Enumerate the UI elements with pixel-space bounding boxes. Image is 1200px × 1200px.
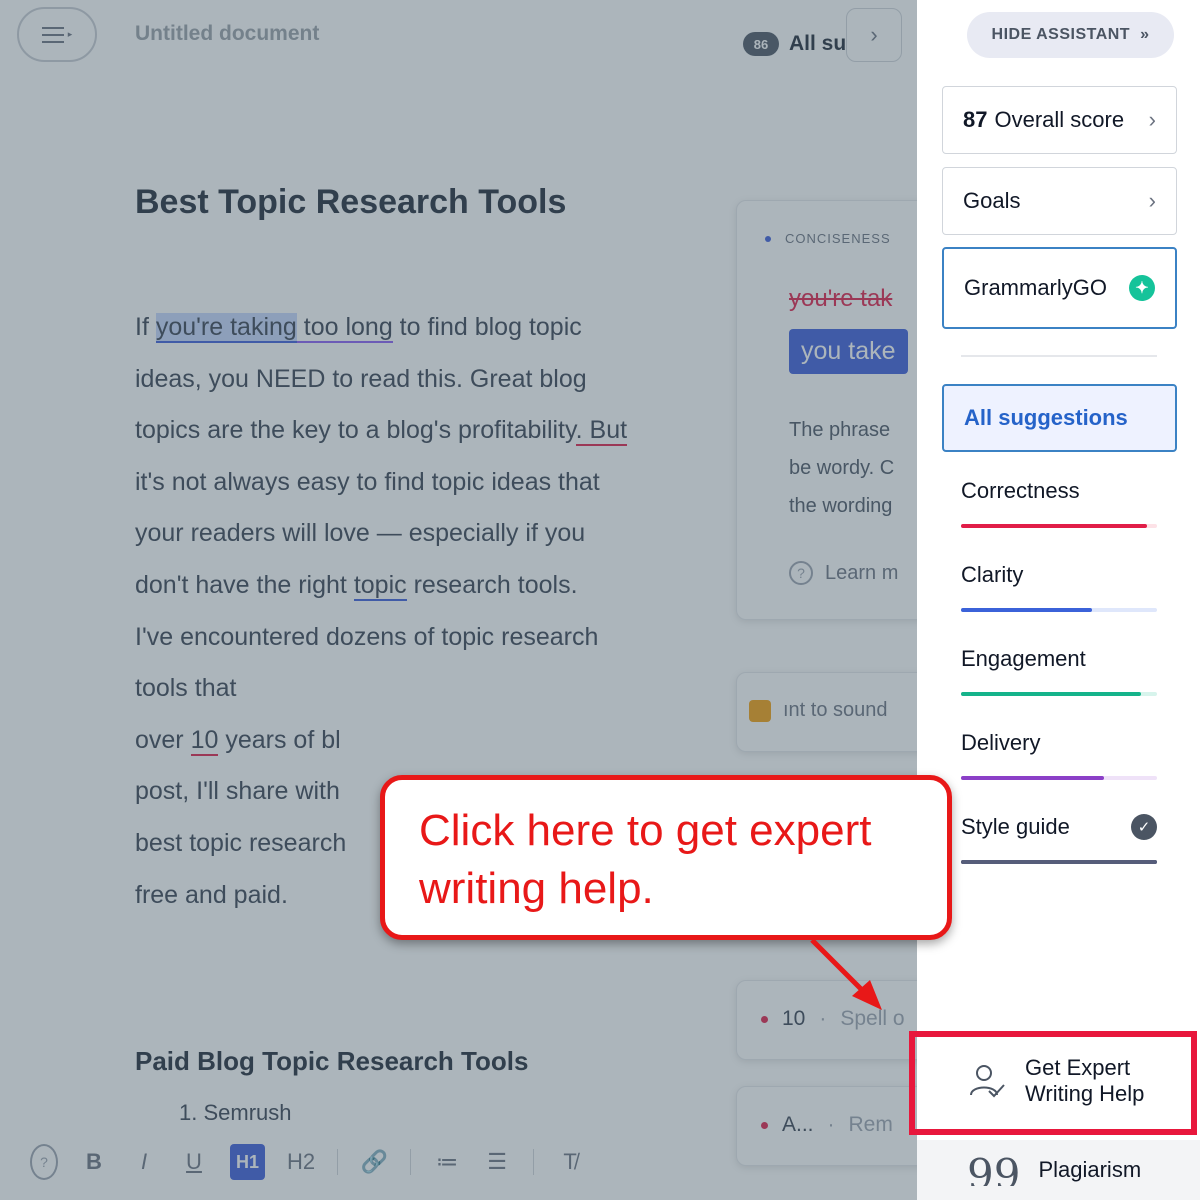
category-label: Clarity: [961, 562, 1024, 587]
category-engagement[interactable]: Engagement: [961, 646, 1157, 696]
hide-assistant-button[interactable]: HIDE ASSISTANT »: [967, 12, 1174, 58]
category-delivery[interactable]: Delivery: [961, 730, 1157, 780]
category-label: Correctness: [961, 478, 1080, 503]
chevron-right-icon: ›: [1148, 107, 1156, 132]
get-expert-writing-help-button[interactable]: Get Expert Writing Help: [917, 1040, 1195, 1122]
category-progress-fill: [961, 608, 1093, 612]
grammarly-go-button[interactable]: GrammarlyGO ✦: [942, 247, 1177, 329]
expert-person-icon: [970, 1065, 1005, 1098]
expert-help-label: Get Expert Writing Help: [1025, 1055, 1145, 1106]
category-progress-fill: [961, 776, 1105, 780]
category-clarity[interactable]: Clarity: [961, 562, 1157, 612]
grammarly-go-icon: ✦: [1129, 275, 1155, 301]
chevron-right-icon: ›: [1148, 188, 1156, 213]
quote-icon: 99: [967, 1154, 1021, 1186]
category-progress-fill: [961, 524, 1148, 528]
callout-box: Click here to get expert writing help.: [380, 775, 952, 940]
editor-area: ▸ Untitled document 86 All su › Best Top…: [0, 0, 917, 1200]
category-label: Delivery: [961, 730, 1041, 755]
dim-overlay: [0, 0, 917, 1200]
assistant-sidebar: HIDE ASSISTANT » 87 Overall score › Goal…: [917, 0, 1200, 1200]
category-progress-fill: [961, 692, 1142, 696]
category-label: Engagement: [961, 646, 1086, 671]
category-style-guide[interactable]: Style guide ✓: [961, 814, 1157, 864]
plagiarism-button[interactable]: 99 Plagiarism: [917, 1140, 1200, 1200]
all-suggestions-tab[interactable]: All suggestions: [942, 384, 1177, 452]
category-progress-fill: [961, 860, 1157, 864]
category-label: Style guide: [961, 814, 1070, 839]
goals-button[interactable]: Goals ›: [942, 167, 1177, 235]
check-circle-icon: ✓: [1131, 814, 1157, 840]
double-chevron-right-icon: »: [1140, 26, 1150, 43]
divider: [961, 355, 1157, 357]
overall-score-button[interactable]: 87 Overall score ›: [942, 86, 1177, 154]
overall-score-value: 87: [963, 107, 988, 132]
callout-text: Click here to get expert writing help.: [419, 806, 872, 913]
category-correctness[interactable]: Correctness: [961, 478, 1157, 528]
